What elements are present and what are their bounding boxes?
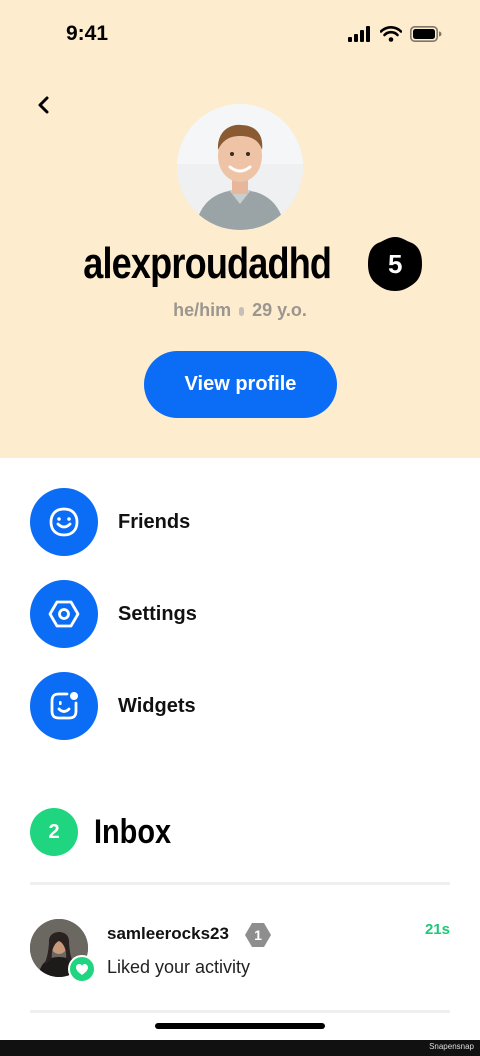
menu-label-friends: Friends <box>118 510 191 533</box>
menu-item-friends[interactable]: Friends <box>30 488 450 556</box>
divider <box>30 882 450 885</box>
menu-item-settings[interactable]: Settings <box>30 580 450 648</box>
level-badge: 5 <box>366 235 424 293</box>
menu-item-widgets[interactable]: Widgets <box>30 672 450 740</box>
inbox-header: 2 Inbox <box>30 808 185 856</box>
status-bar: 9:41 <box>0 0 480 70</box>
widgets-icon-wrap <box>30 672 98 740</box>
pronouns: he/him <box>173 300 232 320</box>
profile-avatar[interactable] <box>177 104 303 230</box>
inbox-title: Inbox <box>94 812 172 851</box>
level-value: 5 <box>387 248 403 279</box>
view-profile-button[interactable]: View profile <box>144 351 337 418</box>
username-row: alexproudadhd 5 <box>0 234 480 294</box>
user-level-badge: 1 <box>244 921 272 949</box>
username: alexproudadhd <box>83 239 332 288</box>
menu-label-widgets: Widgets <box>118 694 196 717</box>
user-level-value: 1 <box>254 927 262 943</box>
watermark: Snapensnap <box>429 1042 474 1051</box>
reaction-badge <box>68 955 96 983</box>
profile-meta: he/him 29 y.o. <box>0 300 480 321</box>
age: 29 y.o. <box>252 300 307 320</box>
widget-face-icon <box>50 692 78 720</box>
notification-time: 21s <box>424 921 450 938</box>
inbox-count-badge: 2 <box>30 808 78 856</box>
wifi-icon <box>380 26 402 42</box>
smile-icon <box>49 507 79 537</box>
notification-item[interactable]: samleerocks23 1 Liked your activity 21s <box>30 917 450 983</box>
menu-label-settings: Settings <box>118 602 197 625</box>
footer-strip <box>0 1040 480 1056</box>
cellular-signal-icon <box>348 26 370 42</box>
settings-icon-wrap <box>30 580 98 648</box>
back-button[interactable] <box>32 92 58 118</box>
heart-icon <box>76 963 88 975</box>
hexagon-gear-icon <box>48 600 80 628</box>
divider <box>30 1010 450 1013</box>
chevron-left-icon <box>38 96 49 114</box>
avatar-photo <box>177 104 303 230</box>
status-time: 9:41 <box>66 22 109 45</box>
notification-username: samleerocks23 <box>107 924 229 943</box>
home-indicator[interactable] <box>155 1023 325 1029</box>
battery-icon <box>410 26 442 42</box>
friends-icon-wrap <box>30 488 98 556</box>
status-icons <box>348 26 442 42</box>
notification-text: Liked your activity <box>107 957 251 977</box>
separator-dot <box>239 306 245 316</box>
profile-header: 9:41 alexproudadhd 5 he/him 29 y.o. View… <box>0 0 480 458</box>
